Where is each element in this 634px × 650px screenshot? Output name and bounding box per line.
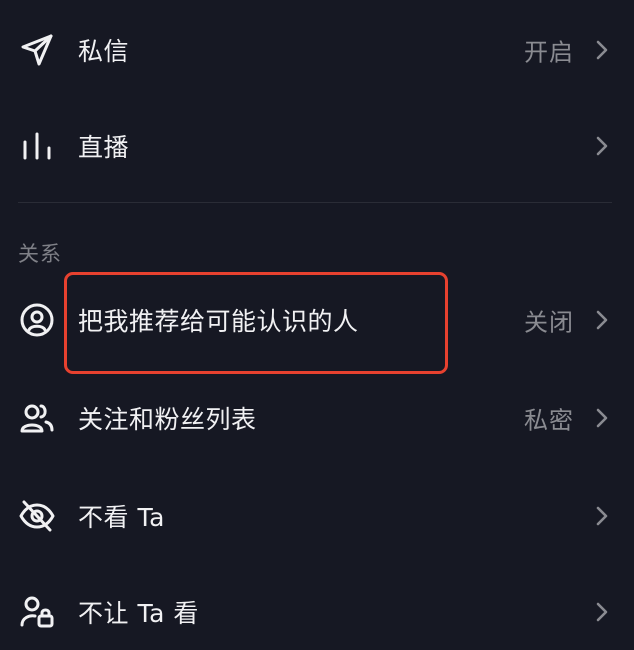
setting-row-messages[interactable]: 私信 开启 <box>0 2 634 98</box>
setting-label-hide-them: 不看 Ta <box>78 503 165 532</box>
chevron-right-icon <box>594 406 610 430</box>
users-icon <box>18 399 56 437</box>
chevron-right-icon <box>594 308 610 332</box>
setting-label-block-them: 不让 Ta 看 <box>78 599 199 628</box>
section-divider <box>18 202 612 203</box>
setting-value-messages: 开启 <box>524 38 574 67</box>
setting-label-messages: 私信 <box>78 37 130 66</box>
chevron-right-icon <box>594 504 610 528</box>
bar-chart-icon <box>18 127 56 165</box>
privacy-settings-page: 私信 开启 直播 关系 把我推荐给可能认识的人 关闭 关注和粉丝列表 私密 不看… <box>0 0 634 650</box>
paper-plane-icon <box>18 31 56 69</box>
chevron-right-icon <box>594 600 610 624</box>
user-lock-icon <box>18 593 56 631</box>
chevron-right-icon <box>594 38 610 62</box>
setting-label-recommend: 把我推荐给可能认识的人 <box>78 307 359 336</box>
setting-row-hide-them[interactable]: 不看 Ta <box>0 468 634 564</box>
setting-row-block-them[interactable]: 不让 Ta 看 <box>0 564 634 650</box>
section-title-relationship: 关系 <box>18 242 62 266</box>
user-circle-icon <box>18 301 56 339</box>
chevron-right-icon <box>594 134 610 158</box>
setting-value-follow-list: 私密 <box>524 406 574 435</box>
eye-off-icon <box>18 497 56 535</box>
setting-label-live: 直播 <box>78 133 130 162</box>
setting-row-follow-list[interactable]: 关注和粉丝列表 私密 <box>0 370 634 466</box>
setting-label-follow-list: 关注和粉丝列表 <box>78 405 257 434</box>
setting-value-recommend: 关闭 <box>524 308 574 337</box>
setting-row-live[interactable]: 直播 <box>0 98 634 194</box>
setting-row-recommend[interactable]: 把我推荐给可能认识的人 关闭 <box>0 272 634 368</box>
